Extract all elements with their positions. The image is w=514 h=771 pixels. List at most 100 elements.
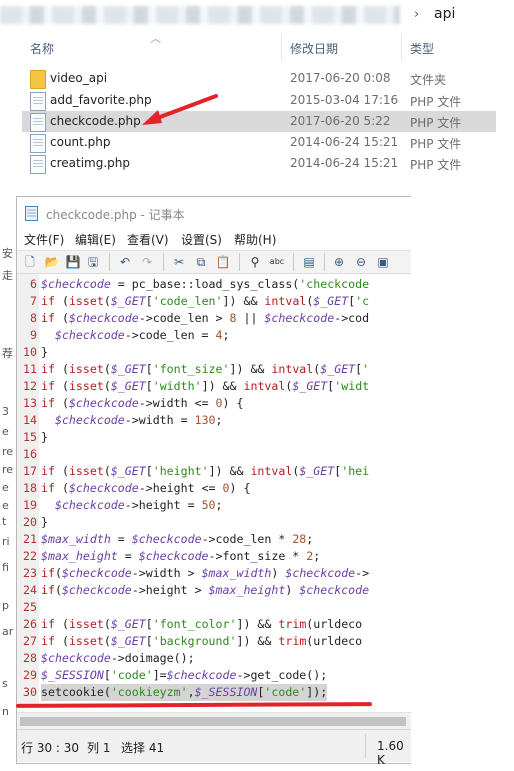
scrollbar-thumb[interactable] <box>20 717 406 726</box>
code-editor[interactable]: 6 $checkcode = pc_base::load_sys_class('c… <box>17 276 411 706</box>
code-text: if (isset($_GET['font_color']) && trim(u… <box>41 617 363 631</box>
background-text: n <box>2 705 9 718</box>
code-text: $checkcode->height = 50; <box>54 498 223 512</box>
column-header-name[interactable]: 名称 <box>30 40 54 60</box>
replace-icon[interactable]: abc <box>269 254 285 270</box>
zoom-out-icon[interactable]: ⊖ <box>353 254 369 270</box>
file-date: 2014-06-24 15:21 <box>290 135 399 149</box>
code-line[interactable]: 29 $_SESSION['code']=$checkcode->get_code… <box>17 667 411 684</box>
cut-icon[interactable]: ✂ <box>171 254 187 270</box>
code-text: } <box>41 515 48 529</box>
code-text: if ($checkcode->height <= 0) { <box>41 481 251 495</box>
folder-icon <box>30 70 46 89</box>
menu-settings[interactable]: 设置(S) <box>181 231 222 248</box>
line-number: 30 <box>23 685 37 699</box>
code-line[interactable]: 27 if (isset($_GET['background']) && trim… <box>17 633 411 650</box>
code-line[interactable]: 24 if($checkcode->height > $max_height) $… <box>17 582 411 599</box>
menu-bar: 文件(F) 编辑(E) 查看(V) 设置(S) 帮助(H) <box>17 229 411 249</box>
save-icon[interactable]: 💾 <box>65 254 81 270</box>
background-text: ri <box>2 535 10 548</box>
zoom-in-icon[interactable]: ⊕ <box>331 254 347 270</box>
horizontal-scrollbar[interactable] <box>17 712 411 729</box>
code-line[interactable]: 26 if (isset($_GET['font_color']) && trim… <box>17 616 411 633</box>
blurred-path <box>0 6 400 24</box>
code-line[interactable]: 11 if (isset($_GET['font_size']) && intva… <box>17 361 411 378</box>
status-bar: 行 30 : 30 列 1 选择 41 1.60 K <box>17 729 411 767</box>
find-icon[interactable]: ⚲ <box>247 254 263 270</box>
file-name: count.php <box>50 135 111 149</box>
code-line[interactable]: 16 <box>17 446 411 463</box>
file-row[interactable]: count.php 2014-06-24 15:21 PHP 文件 <box>22 132 496 153</box>
code-line[interactable]: 25 <box>17 599 411 616</box>
file-type: PHP 文件 <box>410 116 462 130</box>
code-line[interactable]: 9 $checkcode->code_len = 4; <box>17 327 411 344</box>
paste-icon[interactable]: 📋 <box>215 254 231 270</box>
file-date: 2015-03-04 17:16 <box>290 93 399 107</box>
copy-icon[interactable]: ⧉ <box>193 254 209 270</box>
file-explorer: › api ︿ 名称 修改日期 类型 video_api 2017-06-20 0… <box>0 0 514 185</box>
file-row[interactable]: checkcode.php 2017-06-20 5:22 PHP 文件 <box>22 111 496 132</box>
line-number: 8 <box>30 311 37 325</box>
line-number: 13 <box>23 396 37 410</box>
redo-icon[interactable]: ↷ <box>139 254 155 270</box>
word-wrap-icon[interactable]: ▤ <box>301 254 317 270</box>
file-row[interactable]: add_favorite.php 2015-03-04 17:16 PHP 文件 <box>22 90 496 111</box>
file-row[interactable]: creatimg.php 2014-06-24 15:21 PHP 文件 <box>22 153 496 174</box>
code-line[interactable]: 6 $checkcode = pc_base::load_sys_class('c… <box>17 276 411 293</box>
code-line[interactable]: 22 $max_height = $checkcode->font_size * … <box>17 548 411 565</box>
title-bar[interactable]: checkcode.php - 记事本 <box>17 197 411 229</box>
code-line[interactable]: 18 if ($checkcode->height <= 0) { <box>17 480 411 497</box>
status-file-size: 1.60 K <box>377 739 404 767</box>
code-line[interactable]: 15} <box>17 429 411 446</box>
code-line[interactable]: 12 if (isset($_GET['width']) && intval($_… <box>17 378 411 395</box>
line-number: 29 <box>23 668 37 682</box>
menu-edit[interactable]: 编辑(E) <box>75 231 116 248</box>
code-line[interactable]: 10} <box>17 344 411 361</box>
column-divider[interactable] <box>401 34 402 60</box>
code-line[interactable]: 7 if (isset($_GET['code_len']) && intval(… <box>17 293 411 310</box>
code-line[interactable]: 28 $checkcode->doimage(); <box>17 650 411 667</box>
background-text: t <box>2 515 7 528</box>
address-bar[interactable]: › api <box>0 0 514 30</box>
column-header-date[interactable]: 修改日期 <box>290 40 338 60</box>
toolbar-separator <box>239 253 240 271</box>
line-number: 28 <box>23 651 37 665</box>
background-text: 走 <box>2 269 13 282</box>
toolbar: 🗋 📂 💾 🖫 ↶ ↷ ✂ ⧉ 📋 ⚲ abc ▤ ⊕ ⊖ ▣ <box>17 250 411 274</box>
menu-view[interactable]: 查看(V) <box>127 231 169 248</box>
php-file-icon <box>30 155 46 174</box>
file-type: 文件夹 <box>410 73 447 87</box>
toolbar-separator <box>163 253 164 271</box>
code-text: $_SESSION['code']=$checkcode->get_code()… <box>41 668 328 682</box>
code-line[interactable]: 19 $checkcode->height = 50; <box>17 497 411 514</box>
menu-help[interactable]: 帮助(H) <box>234 231 276 248</box>
line-number: 7 <box>30 294 37 308</box>
toolbar-separator <box>109 253 110 271</box>
code-line[interactable]: 23 if($checkcode->width > $max_width) $ch… <box>17 565 411 582</box>
background-text: e <box>2 499 9 512</box>
code-line[interactable]: 13 if ($checkcode->width <= 0) { <box>17 395 411 412</box>
status-selection: 选择 41 <box>121 741 165 755</box>
zoom-reset-icon[interactable]: ▣ <box>375 254 391 270</box>
code-line[interactable]: 21 $max_width = $checkcode->code_len * 28… <box>17 531 411 548</box>
breadcrumb-current[interactable]: api <box>434 6 455 22</box>
code-line[interactable]: 8 if ($checkcode->code_len > 8 || $checkc… <box>17 310 411 327</box>
new-file-icon[interactable]: 🗋 <box>22 254 38 270</box>
code-line[interactable]: 20} <box>17 514 411 531</box>
menu-file[interactable]: 文件(F) <box>24 231 64 248</box>
code-line[interactable]: 30 setcookie('cookieyzm',$_SESSION['code'… <box>17 684 411 701</box>
code-text: } <box>41 430 48 444</box>
toolbar-separator <box>293 253 294 271</box>
background-text: fi <box>2 561 9 574</box>
line-number: 22 <box>23 549 37 563</box>
line-number: 19 <box>23 498 37 512</box>
file-row[interactable]: video_api 2017-06-20 0:08 文件夹 <box>22 68 496 89</box>
save-as-icon[interactable]: 🖫 <box>85 254 101 270</box>
background-text: 3 <box>2 405 9 418</box>
open-folder-icon[interactable]: 📂 <box>44 254 60 270</box>
undo-icon[interactable]: ↶ <box>117 254 133 270</box>
column-header-type[interactable]: 类型 <box>410 40 434 60</box>
code-line[interactable]: 17 if (isset($_GET['height']) && intval($… <box>17 463 411 480</box>
code-line[interactable]: 14 $checkcode->width = 130; <box>17 412 411 429</box>
column-divider[interactable] <box>281 34 282 60</box>
